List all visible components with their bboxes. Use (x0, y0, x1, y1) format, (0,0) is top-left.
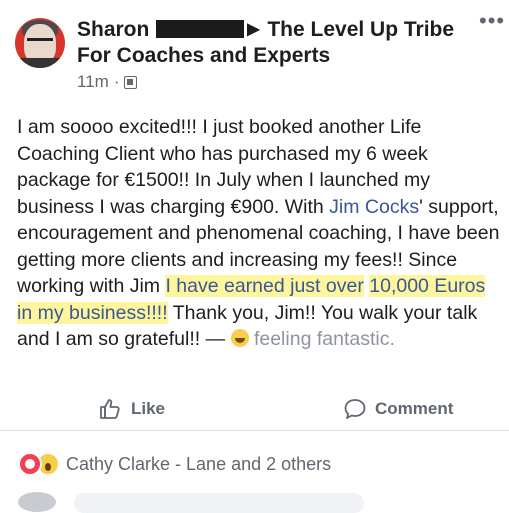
group-audience-icon (124, 75, 138, 89)
post-card: Sharon ▶ The Level Up Tribe For Coaches … (0, 0, 509, 513)
like-label: Like (131, 399, 166, 418)
highlighted-text-1: I have earned just over (165, 275, 364, 297)
meta-separator: · (113, 72, 120, 91)
viewer-avatar (18, 492, 56, 512)
post-time[interactable]: 11m (77, 72, 109, 92)
reactions-summary[interactable]: Cathy Clarke - Lane and 2 others (18, 452, 331, 476)
arrow-icon: ▶ (247, 21, 260, 38)
action-bar: Like Comment (0, 388, 509, 431)
post-meta: 11m · (77, 72, 138, 92)
comment-composer (0, 490, 509, 513)
comment-input[interactable] (74, 493, 364, 513)
author-name[interactable]: Sharon (77, 18, 149, 41)
post-body: I am soooo excited!!! I just booked anot… (17, 114, 502, 353)
post-header: Sharon ▶ The Level Up Tribe For Coaches … (77, 17, 467, 69)
more-options-icon[interactable]: ••• (479, 10, 505, 32)
laughing-emoji-icon (230, 329, 249, 347)
thumbs-up-icon (100, 399, 120, 419)
reactions-text[interactable]: Cathy Clarke - Lane and 2 others (66, 454, 331, 475)
feeling-text: feeling fantastic. (253, 328, 395, 350)
mention-link[interactable]: Jim Cocks (329, 196, 419, 218)
speech-bubble-icon (344, 399, 366, 419)
like-button[interactable]: Like (99, 388, 165, 430)
comment-label: Comment (375, 399, 454, 418)
love-reaction-icon (18, 452, 42, 476)
comment-button[interactable]: Comment (343, 388, 453, 430)
author-avatar[interactable] (15, 18, 65, 68)
redacted-name (156, 20, 245, 38)
